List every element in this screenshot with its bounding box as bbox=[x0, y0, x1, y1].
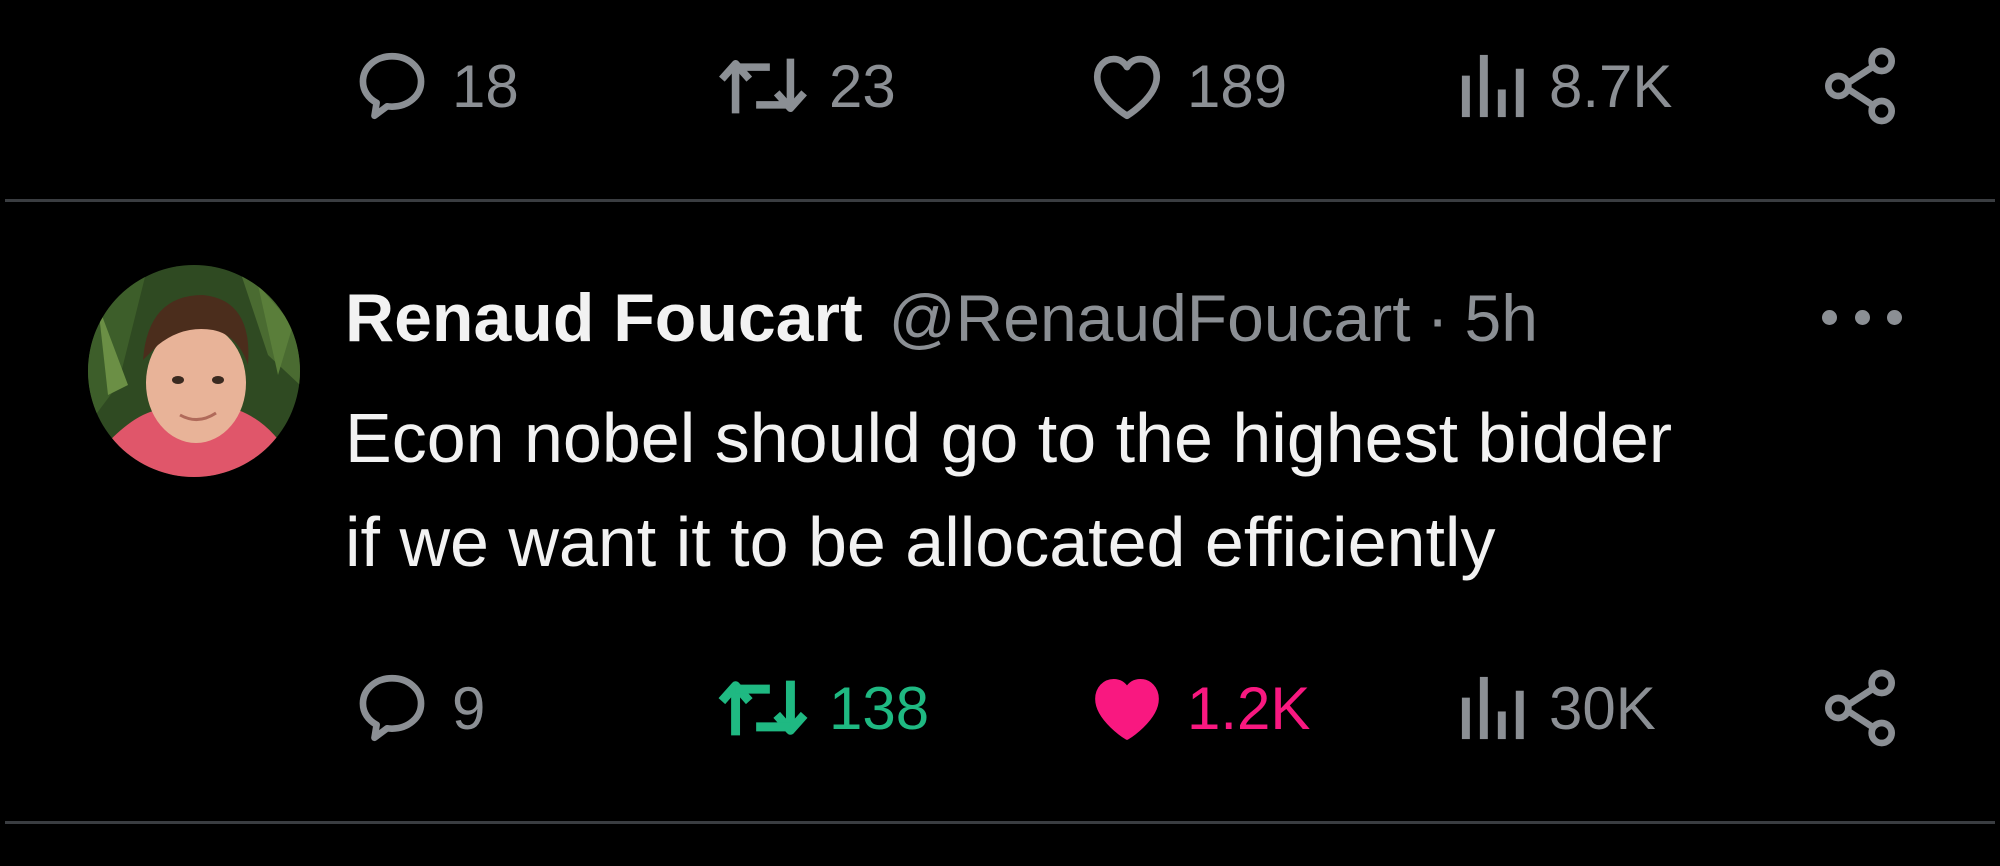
previous-tweet-action-bar: 18 23 189 8.7K bbox=[0, 36, 2000, 136]
avatar-photo bbox=[88, 265, 300, 477]
tweet-text-line: if we want it to be allocated efficientl… bbox=[345, 503, 1496, 581]
tweet-action-bar: 9 138 1.2K 30K bbox=[0, 658, 2000, 758]
tweet-header: Renaud Foucart @RenaudFoucart · 5h bbox=[345, 268, 1538, 368]
author-handle[interactable]: @RenaudFoucart bbox=[889, 280, 1411, 356]
views-icon bbox=[1461, 54, 1524, 118]
views-button[interactable]: 8.7K bbox=[1455, 36, 1672, 136]
like-count: 1.2K bbox=[1187, 674, 1311, 742]
author-display-name[interactable]: Renaud Foucart bbox=[345, 279, 863, 357]
tweet-divider bbox=[5, 821, 1995, 824]
header-separator: · bbox=[1426, 281, 1449, 355]
tweet-timestamp[interactable]: 5h bbox=[1465, 280, 1538, 356]
views-icon bbox=[1461, 676, 1524, 740]
tweet-text-line: Econ nobel should go to the highest bidd… bbox=[345, 399, 1673, 477]
reply-button[interactable]: 9 bbox=[350, 658, 485, 758]
retweet-button[interactable]: 138 bbox=[715, 658, 929, 758]
views-button[interactable]: 30K bbox=[1455, 658, 1656, 758]
views-count: 30K bbox=[1549, 674, 1656, 742]
share-icon bbox=[1825, 669, 1895, 747]
share-icon bbox=[1825, 47, 1895, 125]
heart-icon bbox=[1093, 55, 1161, 120]
like-button[interactable]: 189 bbox=[1085, 36, 1287, 136]
retweet-icon bbox=[719, 58, 807, 114]
retweet-icon bbox=[718, 680, 808, 736]
heart-icon bbox=[1095, 678, 1159, 740]
more-icon-dot bbox=[1854, 309, 1870, 325]
avatar[interactable] bbox=[88, 265, 300, 477]
share-button[interactable] bbox=[1820, 658, 1900, 758]
more-icon-dot bbox=[1887, 309, 1902, 325]
like-button[interactable]: 1.2K bbox=[1085, 658, 1310, 758]
more-icon-dot bbox=[1822, 309, 1837, 325]
reply-icon bbox=[359, 674, 425, 742]
retweet-count: 23 bbox=[829, 52, 896, 120]
reply-count: 9 bbox=[452, 674, 486, 742]
more-options-button[interactable] bbox=[1822, 302, 1902, 332]
tweet-divider bbox=[5, 199, 1995, 202]
share-button[interactable] bbox=[1820, 36, 1900, 136]
reply-icon bbox=[359, 52, 425, 120]
retweet-count: 138 bbox=[829, 674, 930, 742]
like-count: 189 bbox=[1187, 52, 1288, 120]
retweet-button[interactable]: 23 bbox=[715, 36, 896, 136]
tweet-text: Econ nobel should go to the highest bidd… bbox=[345, 386, 1905, 594]
views-count: 8.7K bbox=[1549, 52, 1673, 120]
reply-button[interactable]: 18 bbox=[350, 36, 519, 136]
reply-count: 18 bbox=[452, 52, 519, 120]
